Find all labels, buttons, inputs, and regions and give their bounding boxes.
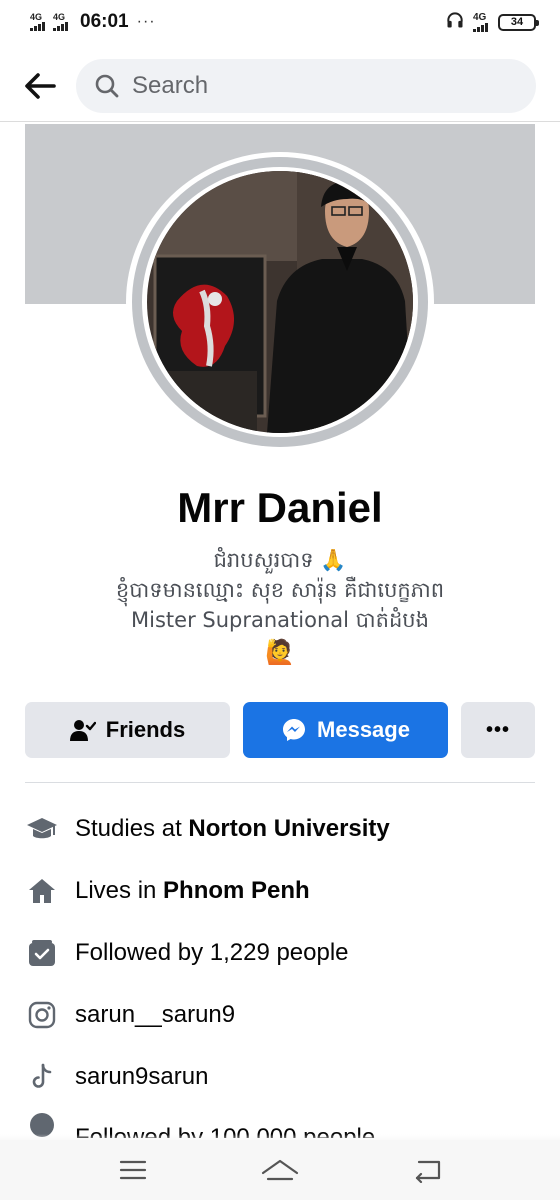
status-time: 06:01 xyxy=(80,11,129,32)
studies-place[interactable]: Norton University xyxy=(188,815,389,842)
back-button[interactable] xyxy=(18,64,62,108)
more-dots-icon: ••• xyxy=(485,718,510,741)
graduation-cap-icon xyxy=(25,812,59,846)
nav-menu-button[interactable] xyxy=(103,1148,163,1192)
more-options-button[interactable]: ••• xyxy=(461,702,535,758)
headphones-icon xyxy=(445,10,465,35)
avatar-photo xyxy=(147,171,413,433)
search-icon xyxy=(95,74,119,97)
house-icon xyxy=(25,874,59,908)
lives-prefix: Lives in xyxy=(75,877,164,904)
battery-level: 34 xyxy=(510,16,524,28)
profile-avatar[interactable] xyxy=(126,152,434,452)
status-right: 4G 34 xyxy=(445,10,539,35)
menu-icon xyxy=(120,1160,147,1180)
instagram-icon xyxy=(25,998,59,1032)
friends-button[interactable]: Friends xyxy=(25,702,230,758)
search-input[interactable]: Search xyxy=(76,58,536,113)
bio-line: ជំរាបសួរបាទ 🙏 xyxy=(213,548,347,572)
intro-lives[interactable]: Lives in Phnom Penh xyxy=(25,860,535,922)
profile-actions: Friends Message ••• xyxy=(25,702,535,758)
intro-followers[interactable]: Followed by 1,229 people xyxy=(25,922,535,984)
top-nav: Search xyxy=(0,50,560,122)
followers-text: Followed by 1,229 people xyxy=(75,939,349,966)
profile-bio: ជំរាបសួរបាទ 🙏 ខ្ញុំបាទមានឈ្មោះ សុខ សារ៉ុ… xyxy=(0,545,560,669)
status-bar: 4G 4G 06:01 ··· 4G 34 xyxy=(0,0,560,44)
intro-instagram[interactable]: sarun__sarun9 xyxy=(25,984,535,1046)
studies-text: Studies at Norton University xyxy=(75,815,390,843)
sim1-signal-icon: 4G xyxy=(30,13,45,31)
nav-home-button[interactable] xyxy=(250,1148,310,1192)
tiktok-icon xyxy=(25,1060,59,1094)
lives-text: Lives in Phnom Penh xyxy=(75,877,310,905)
status-more-dots: ··· xyxy=(136,13,156,30)
messenger-icon xyxy=(281,717,307,743)
sim1-label: 4G xyxy=(30,12,43,22)
instagram-handle[interactable]: sarun__sarun9 xyxy=(75,1001,235,1029)
lives-place[interactable]: Phnom Penh xyxy=(163,877,310,904)
message-button[interactable]: Message xyxy=(243,702,448,758)
arrow-left-icon xyxy=(25,72,56,99)
friends-label: Friends xyxy=(105,717,186,742)
followers-icon xyxy=(25,936,59,970)
bio-line: Mister Supranational បាត់ដំបង xyxy=(131,608,429,632)
bio-line: ខ្ញុំបាទមានឈ្មោះ សុខ សារ៉ុន គឺជាបេក្ខភាព xyxy=(115,578,445,602)
intro-studies[interactable]: Studies at Norton University xyxy=(25,798,535,860)
intro-tiktok[interactable]: sarun9sarun xyxy=(25,1046,535,1108)
profile-name: Mrr Daniel xyxy=(177,484,383,531)
back-return-icon xyxy=(415,1160,440,1183)
search-placeholder: Search xyxy=(132,71,209,99)
tiktok-handle[interactable]: sarun9sarun xyxy=(75,1063,208,1091)
battery-icon: 34 xyxy=(498,13,539,31)
studies-prefix: Studies at xyxy=(75,815,189,842)
friends-check-icon xyxy=(69,718,96,742)
home-icon xyxy=(261,1159,299,1181)
section-divider xyxy=(25,782,535,783)
bio-emoji: 🙋 xyxy=(265,638,295,666)
network-label: 4G xyxy=(473,11,487,23)
mobile-network-icon: 4G xyxy=(473,11,488,32)
intro-section: Studies at Norton University Lives in Ph… xyxy=(25,798,535,1138)
sim2-signal-icon: 4G xyxy=(53,13,68,31)
message-label: Message xyxy=(317,717,410,742)
nav-back-button[interactable] xyxy=(397,1148,457,1192)
status-left: 4G 4G 06:01 ··· xyxy=(30,11,156,33)
sim2-label: 4G xyxy=(53,12,66,22)
system-nav-bar xyxy=(0,1140,560,1200)
